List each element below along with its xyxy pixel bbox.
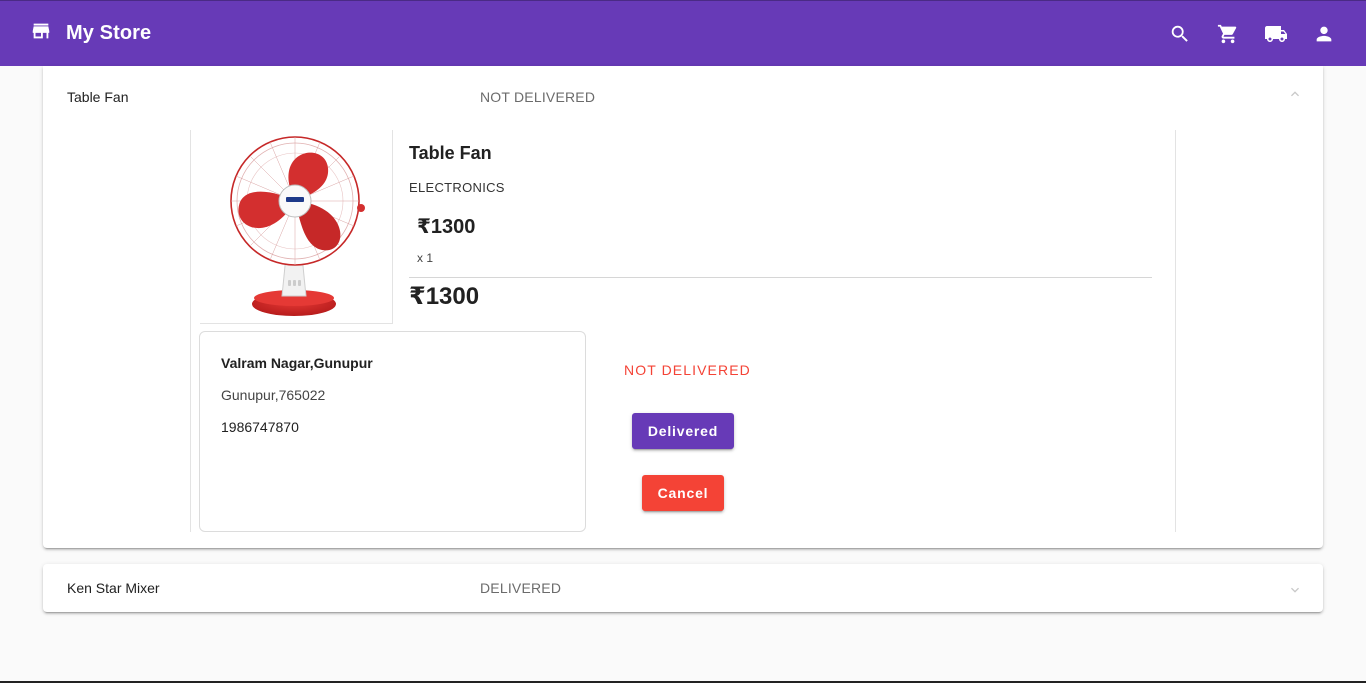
cancel-button[interactable]: Cancel <box>642 475 724 511</box>
product-image <box>200 130 393 324</box>
product-quantity: x 1 <box>417 251 434 265</box>
address-line-1: Valram Nagar,Gunupur <box>221 355 373 371</box>
content-right-border <box>1175 130 1176 532</box>
truck-icon[interactable] <box>1252 10 1300 58</box>
order-panel-header[interactable]: Ken Star Mixer DELIVERED <box>43 564 1323 612</box>
search-icon[interactable] <box>1156 10 1204 58</box>
content-left-border <box>190 130 191 532</box>
order-status: NOT DELIVERED <box>480 89 596 105</box>
order-total: ₹1300 <box>409 283 480 310</box>
toolbar-actions <box>1156 1 1348 67</box>
product-name: Table Fan <box>409 143 492 163</box>
product-category: ELECTRONICS <box>409 180 505 195</box>
address-line-2: Gunupur,765022 <box>221 387 326 403</box>
delivery-status-label: NOT DELIVERED <box>624 362 751 378</box>
chevron-down-icon[interactable] <box>1287 582 1303 598</box>
order-status: DELIVERED <box>480 580 562 596</box>
address-card: Valram Nagar,Gunupur Gunupur,765022 1986… <box>199 331 586 532</box>
app-title: My Store <box>66 22 152 44</box>
order-title: Ken Star Mixer <box>67 580 160 596</box>
store-icon <box>30 20 52 47</box>
product-price: ₹1300 <box>417 216 476 238</box>
order-title: Table Fan <box>67 89 129 105</box>
delivered-button[interactable]: Delivered <box>632 413 734 449</box>
order-panel-ken-star-mixer: Ken Star Mixer DELIVERED <box>43 564 1323 612</box>
brand[interactable]: My Store <box>30 20 151 47</box>
order-panel-table-fan: Table Fan NOT DELIVERED Table Fan ELECTR… <box>43 66 1323 548</box>
top-app-bar: My Store <box>0 0 1366 66</box>
table-fan-image <box>230 136 365 316</box>
price-divider <box>409 277 1152 278</box>
cart-icon[interactable] <box>1204 10 1252 58</box>
chevron-up-icon[interactable] <box>1287 86 1303 102</box>
person-icon[interactable] <box>1300 10 1348 58</box>
address-phone: 1986747870 <box>221 419 299 435</box>
order-panel-header[interactable]: Table Fan NOT DELIVERED <box>43 66 1323 128</box>
